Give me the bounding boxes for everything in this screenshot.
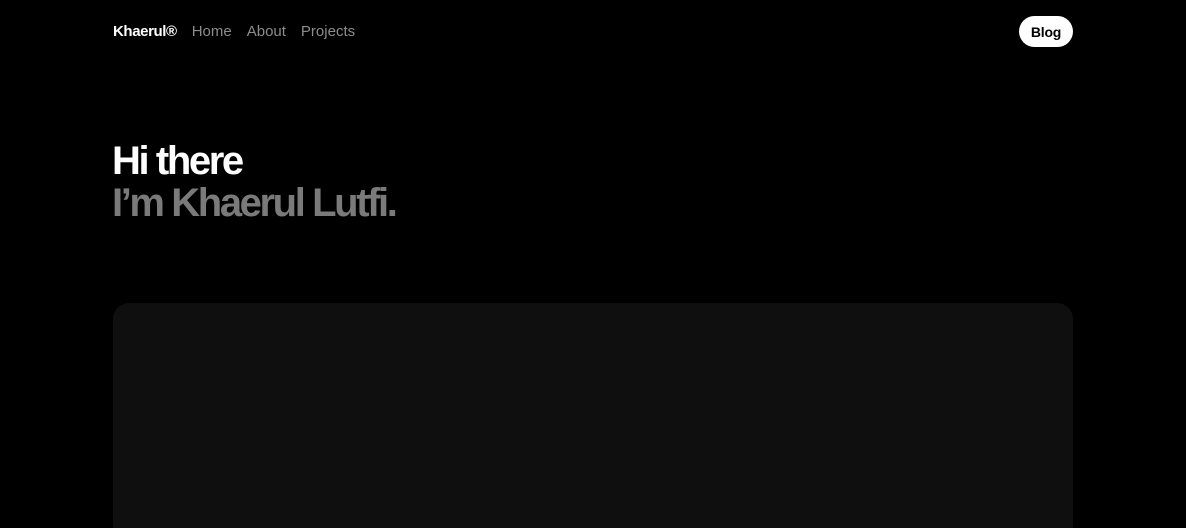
nav-left: Khaerul® Home About Projects	[113, 23, 370, 40]
site-logo[interactable]: Khaerul®	[113, 23, 177, 40]
top-nav: Khaerul® Home About Projects Blog	[113, 16, 1073, 47]
hero-name: I’m Khaerul Lutfi.	[112, 181, 398, 225]
content-card	[113, 303, 1073, 528]
hero: Hi there I’m Khaerul Lutfi.	[112, 139, 398, 225]
nav-link-projects[interactable]: Projects	[301, 23, 355, 40]
nav-link-about[interactable]: About	[247, 23, 286, 40]
page: Khaerul® Home About Projects Blog Hi the…	[0, 0, 1186, 528]
blog-button[interactable]: Blog	[1019, 16, 1073, 47]
hero-greeting: Hi there	[112, 139, 244, 183]
nav-link-home[interactable]: Home	[192, 23, 232, 40]
